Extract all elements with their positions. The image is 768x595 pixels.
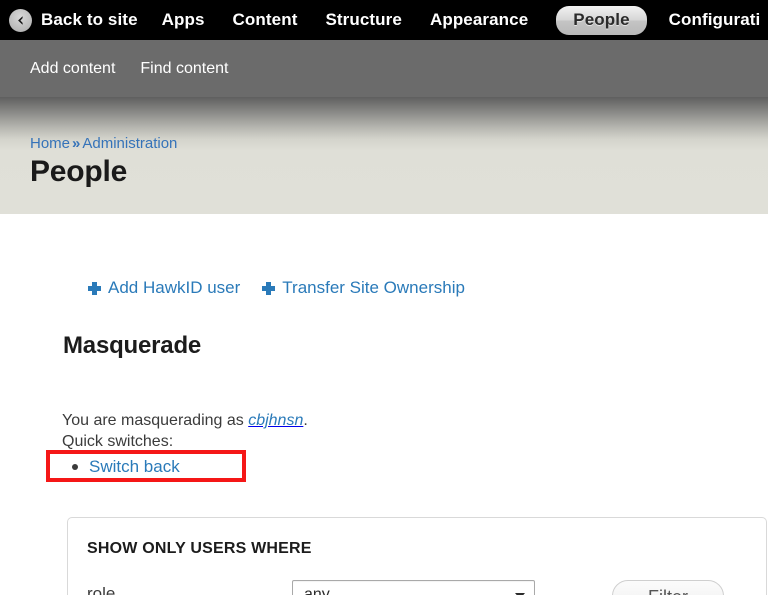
breadcrumb-link-home[interactable]: Home — [30, 135, 70, 152]
masquerade-status-prefix: You are masquerading as — [62, 412, 249, 429]
toolbar-item-people[interactable]: People — [556, 5, 647, 35]
filter-fieldset: SHOW ONLY USERS WHERE role any Filter — [67, 517, 767, 595]
masquerade-status-suffix: . — [303, 412, 308, 429]
chevron-left-circle-icon[interactable] — [9, 8, 32, 32]
add-hawkid-user-label: Add HawkID user — [108, 278, 241, 297]
bullet-icon — [72, 464, 78, 470]
action-links: Add HawkID user Transfer Site Ownership — [88, 278, 465, 298]
toolbar-item-content[interactable]: Content — [233, 10, 298, 30]
breadcrumb: Home» Administration — [30, 135, 177, 152]
toolbar-item-back-to-site[interactable]: Back to site — [41, 10, 138, 30]
main-content: Add HawkID user Transfer Site Ownership … — [0, 214, 768, 595]
toolbar-item-find-content[interactable]: Find content — [140, 60, 228, 78]
toolbar-item-structure[interactable]: Structure — [325, 10, 401, 30]
breadcrumb-link-administration[interactable]: Administration — [82, 135, 177, 152]
breadcrumb-separator: » — [72, 135, 81, 152]
list-item: Switch back — [72, 457, 180, 477]
page-title: People — [30, 155, 128, 188]
masquerade-heading: Masquerade — [63, 332, 202, 359]
plus-icon — [262, 281, 276, 295]
transfer-site-ownership-link[interactable]: Transfer Site Ownership — [262, 278, 465, 298]
transfer-site-ownership-label: Transfer Site Ownership — [282, 278, 465, 297]
masquerade-status: You are masquerading as cbjhnsn. — [62, 410, 308, 431]
role-select-value: any — [304, 586, 330, 595]
toolbar-item-apps[interactable]: Apps — [162, 10, 205, 30]
role-label: role — [87, 584, 116, 595]
filter-row: role any Filter — [87, 580, 766, 595]
toolbar-item-appearance[interactable]: Appearance — [430, 10, 528, 30]
secondary-toolbar: Add content Find content — [0, 40, 768, 97]
quick-switches-label: Quick switches: — [62, 433, 174, 450]
filter-button[interactable]: Filter — [612, 580, 724, 595]
add-hawkid-user-link[interactable]: Add HawkID user — [88, 278, 240, 298]
masquerade-user-name: cbjhnsn — [248, 412, 304, 429]
plus-icon — [88, 281, 101, 295]
masquerade-user-link[interactable]: cbjhnsn — [248, 412, 303, 429]
admin-toolbar: Back to site Apps Content Structure Appe… — [0, 0, 768, 40]
toolbar-item-add-content[interactable]: Add content — [30, 60, 115, 78]
quick-switches-list: Switch back — [72, 457, 180, 477]
switch-back-link[interactable]: Switch back — [89, 457, 180, 477]
role-select[interactable]: any — [292, 580, 535, 595]
toolbar-item-configuration[interactable]: Configurati — [669, 10, 761, 30]
page-header: Home» Administration People — [0, 97, 768, 214]
filter-legend: SHOW ONLY USERS WHERE — [87, 540, 312, 557]
